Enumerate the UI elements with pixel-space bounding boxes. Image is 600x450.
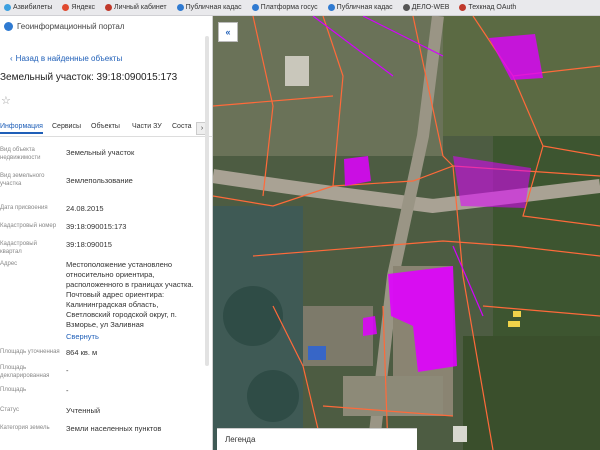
- legend-panel[interactable]: Легенда: [217, 428, 417, 450]
- field-value: Местоположение установлено относительно …: [66, 260, 194, 329]
- screen: Азвибилеты Яндекс Личный кабинет Публичн…: [0, 0, 600, 450]
- field-value: Земли населенных пунктов: [66, 424, 162, 433]
- built-area: [343, 376, 443, 416]
- object-title: Земельный участок: 39:18:090015:173: [0, 72, 178, 83]
- bookmark-icon: [402, 4, 410, 11]
- tab-services[interactable]: Сервисы: [52, 123, 81, 130]
- double-chevron-left-icon[interactable]: «: [218, 22, 238, 42]
- map-layer: [213, 16, 600, 450]
- bookmark-2[interactable]: Яндекс: [62, 4, 95, 11]
- field-label: Вид земельного участка: [0, 173, 45, 187]
- water-area: [247, 370, 299, 422]
- building: [285, 56, 309, 86]
- field-label: Кадастровый номер: [0, 223, 57, 229]
- tab-objects[interactable]: Объекты: [91, 123, 120, 130]
- bookmark-5[interactable]: Платформа госус: [251, 4, 318, 11]
- field-value: Учтенный: [66, 406, 101, 415]
- bookmark-icon: [4, 4, 11, 11]
- info-panel: Геоинформационный портал ‹ Назад в найде…: [0, 16, 213, 450]
- bookmark-8[interactable]: Техкнад OAuth: [459, 4, 516, 11]
- bookmark-icon: [327, 4, 335, 11]
- field-value: -: [66, 366, 69, 375]
- bookmark-1[interactable]: Азвибилеты: [4, 4, 52, 11]
- tab-info[interactable]: Информация: [0, 123, 43, 134]
- field-label: Категория земель: [0, 425, 50, 431]
- field-label: Адрес: [0, 261, 18, 267]
- building: [453, 426, 467, 442]
- tab-bar: Информация Сервисы Объекты Части ЗУ Сост…: [0, 120, 212, 137]
- portal-logo-icon: [4, 22, 13, 31]
- field-label: Площадь уточненная: [0, 349, 60, 355]
- tab-composition[interactable]: Соста: [172, 123, 191, 130]
- field-label: Статус: [0, 407, 19, 413]
- field-value: 39:18:090015:173: [66, 222, 127, 231]
- bookmark-3[interactable]: Личный кабинет: [104, 4, 167, 11]
- collapse-link[interactable]: Свернуть: [66, 332, 204, 342]
- field-value: Землепользование: [66, 176, 133, 185]
- bookmark-icon: [251, 4, 259, 11]
- bookmark-icon: [104, 4, 112, 11]
- bookmark-6[interactable]: Публичная кадас: [327, 4, 393, 11]
- field-value: 24.08.2015: [66, 204, 104, 213]
- field-label: Площадь декларированная: [0, 365, 50, 379]
- chevron-left-icon: ‹: [10, 54, 13, 63]
- water-area: [223, 286, 283, 346]
- bookmarks-bar: Азвибилеты Яндекс Личный кабинет Публичн…: [0, 0, 600, 16]
- building: [308, 346, 326, 360]
- portal-title: Геоинформационный портал: [17, 22, 125, 31]
- field-label: Площадь: [0, 387, 27, 393]
- field-value: 39:18:090015: [66, 240, 112, 249]
- panel-scrollbar[interactable]: [205, 36, 209, 366]
- field-value: -: [66, 386, 69, 395]
- bookmark-7[interactable]: ДЕЛО-WEB: [402, 4, 449, 11]
- terrain: [213, 16, 443, 156]
- portal-header: Геоинформационный портал: [4, 22, 125, 31]
- field-value: 864 кв. м: [66, 348, 98, 357]
- bookmark-icon: [62, 4, 70, 11]
- map-marker: [508, 321, 520, 327]
- bookmark-icon: [176, 4, 184, 11]
- map-marker: [513, 311, 521, 317]
- back-to-results-link[interactable]: ‹ Назад в найденные объекты: [10, 54, 122, 63]
- tab-parts[interactable]: Части ЗУ: [132, 123, 162, 130]
- satellite-map[interactable]: [213, 16, 600, 450]
- bookmark-4[interactable]: Публичная кадас: [176, 4, 242, 11]
- field-value: Земельный участок: [66, 148, 135, 157]
- field-label: Вид объекта недвижимости: [0, 147, 41, 161]
- field-label: Дата присвоения: [0, 205, 48, 211]
- favorite-star-icon[interactable]: ☆: [1, 94, 11, 107]
- field-label: Кадастровый квартал: [0, 241, 37, 255]
- bookmark-icon: [459, 4, 467, 11]
